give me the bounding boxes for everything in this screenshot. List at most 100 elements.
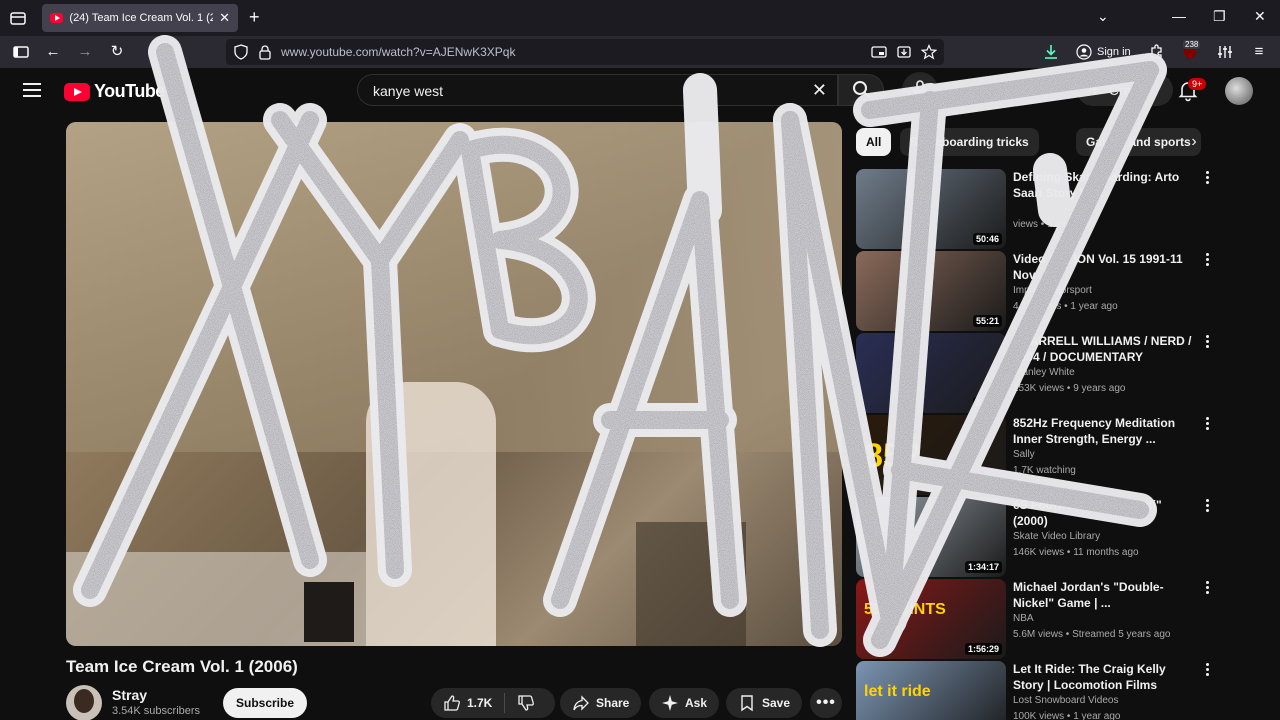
recommendation-title[interactable]: Video OPTION Vol. 15 1991-11 Nov xyxy=(1013,251,1193,283)
account-icon xyxy=(1076,44,1092,60)
forward-button[interactable]: → xyxy=(75,42,95,62)
tab-close-icon[interactable]: ✕ xyxy=(219,10,230,26)
recommendation-thumbnail[interactable]: 1:34:17 xyxy=(856,497,1006,577)
customize-sliders-icon[interactable] xyxy=(1215,42,1235,62)
new-tab-button[interactable]: + xyxy=(249,7,260,28)
recommendation-channel[interactable]: NBA xyxy=(1013,613,1034,624)
voice-search-button[interactable] xyxy=(902,72,938,108)
search-box[interactable]: kanye west ✕ xyxy=(357,74,838,106)
recommendation-title[interactable]: Let It Ride: The Craig Kelly Story | Loc… xyxy=(1013,661,1193,693)
recommendation-item[interactable]: 50:46 Defining Skateboarding: Arto Saari … xyxy=(856,169,1216,249)
search-input[interactable]: kanye west xyxy=(373,83,443,99)
ask-label: Ask xyxy=(685,696,708,710)
like-dislike-group: 1.7K xyxy=(431,688,555,718)
tab-list-icon[interactable] xyxy=(8,8,28,28)
recommendation-thumbnail[interactable]: 58:06 xyxy=(856,333,1006,413)
video-title: Team Ice Cream Vol. 1 (2006) xyxy=(66,657,298,676)
sign-in-label: Sign in xyxy=(1097,46,1131,58)
search-button[interactable] xyxy=(838,74,884,106)
account-sign-in[interactable]: Sign in xyxy=(1070,40,1137,64)
guide-menu-icon[interactable] xyxy=(23,83,41,97)
video-player[interactable] xyxy=(66,122,842,646)
extensions-puzzle-icon[interactable] xyxy=(1147,42,1167,62)
reader-save-icon[interactable] xyxy=(896,44,912,60)
recommendation-channel[interactable]: Stanley White xyxy=(1013,367,1075,378)
picture-in-picture-icon[interactable] xyxy=(871,44,887,60)
like-count[interactable]: 1.7K xyxy=(467,696,492,710)
more-options-kebab-icon[interactable] xyxy=(1200,663,1214,679)
recommendation-title[interactable]: PHARRELL WILLIAMS / NERD / 2004 / DOCUME… xyxy=(1013,333,1193,365)
browser-tab-active[interactable]: (24) Team Ice Cream Vol. 1 (2006) ✕ xyxy=(42,4,238,32)
save-label: Save xyxy=(762,696,791,710)
reload-button[interactable]: ↻ xyxy=(107,42,127,62)
user-avatar[interactable] xyxy=(1225,77,1253,105)
bookmark-star-icon[interactable] xyxy=(921,44,937,60)
app-menu-icon[interactable]: ≡ xyxy=(1249,42,1269,62)
channel-avatar[interactable] xyxy=(66,685,102,720)
video-frame-tv xyxy=(304,582,354,642)
close-window-button[interactable]: ✕ xyxy=(1254,8,1266,25)
video-frame-person xyxy=(366,382,496,646)
share-button[interactable]: Share xyxy=(560,688,642,718)
share-label: Share xyxy=(596,696,630,710)
browser-tabbar: (24) Team Ice Cream Vol. 1 (2006) ✕ + ⌄ … xyxy=(0,0,1280,36)
video-frame-door xyxy=(636,522,746,646)
minimize-button[interactable]: — xyxy=(1172,8,1186,24)
like-thumb-up-icon[interactable] xyxy=(443,694,461,712)
recommendation-thumbnail[interactable]: 50:46 xyxy=(856,169,1006,249)
recommendation-item[interactable]: 55 POINTS 1:56:29 Michael Jordan's "Double… xyxy=(856,579,1216,659)
thumbnail-caption: let it ride xyxy=(864,683,931,700)
duration-badge: 1:34:17 xyxy=(964,561,1002,573)
more-options-kebab-icon[interactable] xyxy=(1200,581,1214,597)
more-options-kebab-icon[interactable] xyxy=(1200,335,1214,351)
recommendation-thumbnail[interactable]: let it ride xyxy=(856,661,1006,720)
recommendation-channel[interactable]: Import Motorsport xyxy=(1013,285,1092,296)
recommendation-title[interactable]: Michael Jordan's "Double-Nickel" Game | … xyxy=(1013,579,1193,611)
recommendation-item[interactable]: 58:06 PHARRELL WILLIAMS / NERD / 2004 / D… xyxy=(856,333,1216,413)
chip-skateboarding-tricks[interactable]: Skateboarding tricks xyxy=(900,128,1039,156)
more-actions-button[interactable]: ••• xyxy=(810,688,842,718)
youtube-logo[interactable]: YouTube xyxy=(64,81,165,102)
create-button[interactable]: + Create xyxy=(1077,74,1173,106)
more-options-kebab-icon[interactable] xyxy=(1200,417,1214,433)
lock-icon[interactable] xyxy=(257,44,273,60)
more-options-kebab-icon[interactable] xyxy=(1200,171,1214,187)
sidebar-toggle-icon[interactable] xyxy=(11,42,31,62)
chips-next-chevron-icon[interactable]: › xyxy=(1182,130,1206,154)
recommendation-item[interactable]: 852 ((•)) LIVE 852Hz Frequency Meditation … xyxy=(856,415,1216,495)
tab-overflow-chevron-icon[interactable]: ⌄ xyxy=(1097,8,1109,25)
subscriber-count: 3.54K subscribers xyxy=(112,705,201,717)
more-options-kebab-icon[interactable] xyxy=(1200,499,1214,515)
recommendation-item[interactable]: let it ride Let It Ride: The Craig Kelly … xyxy=(856,661,1216,720)
recommendation-thumbnail[interactable]: 55:21 xyxy=(856,251,1006,331)
recommendation-title[interactable]: Defining Skateboarding: Arto Saari Story… xyxy=(1013,169,1193,201)
back-button[interactable]: ← xyxy=(43,42,63,62)
ask-button[interactable]: Ask xyxy=(649,688,720,718)
chip-all[interactable]: All xyxy=(856,128,892,156)
duration-badge: 1:56:29 xyxy=(964,643,1002,655)
address-bar[interactable]: www.youtube.com/watch?v=AJENwK3XPqk xyxy=(226,39,944,65)
browser-navbar: ← → ↻ www.youtube.com/watch?v=AJENwK3XPq… xyxy=(0,36,1280,68)
extension-badge: 238 xyxy=(1183,40,1201,49)
recommendation-item[interactable]: 55:21 Video OPTION Vol. 15 1991-11 Nov Imp… xyxy=(856,251,1216,331)
recommendation-thumbnail[interactable]: 55 POINTS 1:56:29 xyxy=(856,579,1006,659)
more-horizontal-icon: ••• xyxy=(816,694,836,711)
save-button[interactable]: Save xyxy=(726,688,803,718)
youtube-favicon-icon xyxy=(50,13,64,23)
filter-chips: All Skateboarding tricks Games and sport… xyxy=(856,128,1206,156)
recommendation-thumbnail[interactable]: 852 ((•)) LIVE xyxy=(856,415,1006,495)
clear-search-icon[interactable]: ✕ xyxy=(812,80,827,101)
downloads-icon[interactable] xyxy=(1041,42,1061,62)
recommendation-channel[interactable]: Lost Snowboard Videos xyxy=(1013,695,1118,706)
recommendation-item[interactable]: 1:34:17 éS Footwear: "Menikmati" (2000) Sk… xyxy=(856,497,1216,577)
shield-icon[interactable] xyxy=(233,44,249,60)
restore-button[interactable]: ❐ xyxy=(1213,8,1226,25)
more-options-kebab-icon[interactable] xyxy=(1200,253,1214,269)
subscribe-button[interactable]: Subscribe xyxy=(223,688,307,718)
recommendation-channel[interactable]: Sally xyxy=(1013,449,1035,460)
recommendation-channel[interactable]: Skate Video Library xyxy=(1013,531,1100,542)
recommendation-title[interactable]: éS Footwear: "Menikmati" (2000) xyxy=(1013,497,1193,529)
dislike-thumb-down-icon[interactable] xyxy=(517,694,535,712)
channel-name[interactable]: Stray xyxy=(112,687,147,703)
recommendation-title[interactable]: 852Hz Frequency Meditation Inner Strengt… xyxy=(1013,415,1193,447)
